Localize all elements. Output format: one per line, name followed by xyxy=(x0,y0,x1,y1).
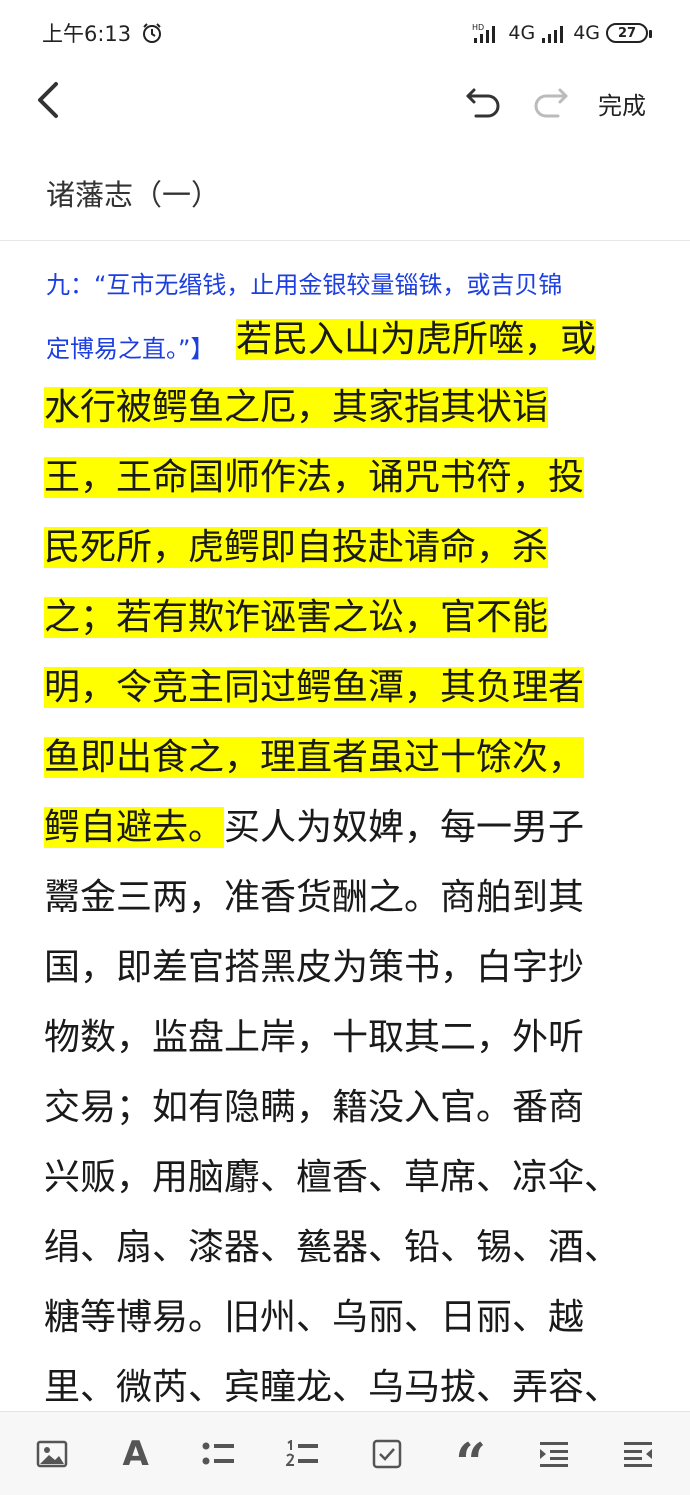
battery-level: 27 xyxy=(617,25,637,41)
alarm-icon xyxy=(143,23,162,43)
signal-icon-2 xyxy=(542,26,564,43)
insert-image-button[interactable] xyxy=(30,1432,74,1476)
hd-label: HD xyxy=(472,23,484,32)
highlighted-text: 王，王命国师作法，诵咒书符，投 xyxy=(44,457,585,498)
document-body[interactable]: 九：“互市无缗钱，止用金银较量锱铢，或吉贝锦 定博易之直。”】 若民入山为虎所噬… xyxy=(0,245,690,1410)
format-toolbar: A “ xyxy=(0,1411,690,1495)
body-line: 民死所，虎鳄即自投赴请命，杀 xyxy=(44,521,549,575)
bullet-list-button[interactable] xyxy=(197,1432,241,1476)
body-line: 明，令竞主同过鳄鱼潭，其负理者 xyxy=(44,661,585,715)
body-line: 兴贩，用脑麝、檀香、草席、凉伞、 xyxy=(44,1157,621,1198)
network-label-2: 4G xyxy=(573,22,600,44)
back-button[interactable] xyxy=(30,78,70,124)
body-line: 鳄自避去。买人为奴婢，每一男子 xyxy=(44,801,584,855)
outdent-icon xyxy=(624,1441,653,1467)
highlighted-text: 若民入山为虎所噬，或 xyxy=(236,319,597,360)
signal-icon: HD xyxy=(472,23,496,43)
body-line: 国，即差官搭黑皮为策书，白字抄 xyxy=(44,947,585,988)
outdent-button[interactable] xyxy=(616,1432,660,1476)
body-line: 物数，监盘上岸，十取其二，外听 xyxy=(44,1017,585,1058)
battery-icon: 27 xyxy=(606,23,652,43)
numbered-list-icon xyxy=(286,1439,319,1466)
indent-button[interactable] xyxy=(532,1432,576,1476)
status-left: 上午6:13 xyxy=(42,18,163,48)
highlighted-text: 之；若有欺诈诬害之讼，官不能 xyxy=(44,597,549,638)
network-label-1: 4G xyxy=(508,22,536,44)
status-time: 上午6:13 xyxy=(42,22,132,46)
indent-icon xyxy=(540,1441,569,1467)
highlighted-text: 明，令竞主同过鳄鱼潭，其负理者 xyxy=(44,667,585,708)
chevron-left-icon xyxy=(38,82,58,118)
quote-icon: “ xyxy=(455,1430,487,1495)
status-right: HD 4G 4G 27 xyxy=(472,22,652,44)
editor-toolbar: 完成 xyxy=(0,66,690,136)
body-line: 里、微芮、宾瞳龙、乌马拔、弄容、 xyxy=(44,1367,621,1408)
note-line: 九：“互市无缗钱，止用金银较量锱铢，或吉贝锦 xyxy=(46,271,563,299)
body-line: 王，王命国师作法，诵咒书符，投 xyxy=(44,451,585,505)
highlighted-text: 民死所，虎鳄即自投赴请命，杀 xyxy=(44,527,549,568)
undo-icon xyxy=(466,88,500,118)
quote-button[interactable]: “ xyxy=(449,1432,493,1490)
numbered-list-button[interactable] xyxy=(281,1432,325,1476)
highlighted-text: 水行被鳄鱼之厄，其家指其状诣 xyxy=(44,387,549,428)
status-bar: 上午6:13 HD 4G 4G 27 xyxy=(0,0,690,66)
highlighted-text: 鳄自避去。 xyxy=(44,807,225,848)
redo-icon xyxy=(534,88,568,118)
body-line: 交易；如有隐瞒，籍没入官。番商 xyxy=(44,1087,585,1128)
body-line: 鱼即出食之，理直者虽过十馀次， xyxy=(44,731,585,785)
document-title[interactable]: 诸藩志（一） xyxy=(46,172,220,214)
checklist-button[interactable] xyxy=(365,1432,409,1476)
body-line: 若民入山为虎所噬，或 xyxy=(236,313,597,367)
redo-button[interactable] xyxy=(530,82,570,122)
note-line: 定博易之直。”】 xyxy=(46,335,215,363)
body-line: 水行被鳄鱼之厄，其家指其状诣 xyxy=(44,381,549,435)
body-line: 之；若有欺诈诬害之讼，官不能 xyxy=(44,591,549,645)
highlighted-text: 鱼即出食之，理直者虽过十馀次， xyxy=(44,737,585,778)
image-icon xyxy=(36,1440,68,1467)
checkbox-icon xyxy=(372,1439,402,1468)
done-button[interactable]: 完成 xyxy=(598,86,646,121)
body-text: 买人为奴婢，每一男子 xyxy=(224,807,585,848)
font-style-button[interactable]: A xyxy=(114,1432,158,1476)
bullet-list-icon xyxy=(202,1442,235,1464)
undo-button[interactable] xyxy=(464,82,504,122)
body-line: 糖等博易。旧州、乌丽、日丽、越 xyxy=(44,1297,585,1338)
body-line: 绢、扇、漆器、甆器、铅、锡、酒、 xyxy=(44,1227,621,1268)
body-line: 鬻金三两，准香货酬之。商舶到其 xyxy=(44,877,585,918)
font-icon: A xyxy=(122,1433,149,1474)
title-divider xyxy=(0,240,690,241)
